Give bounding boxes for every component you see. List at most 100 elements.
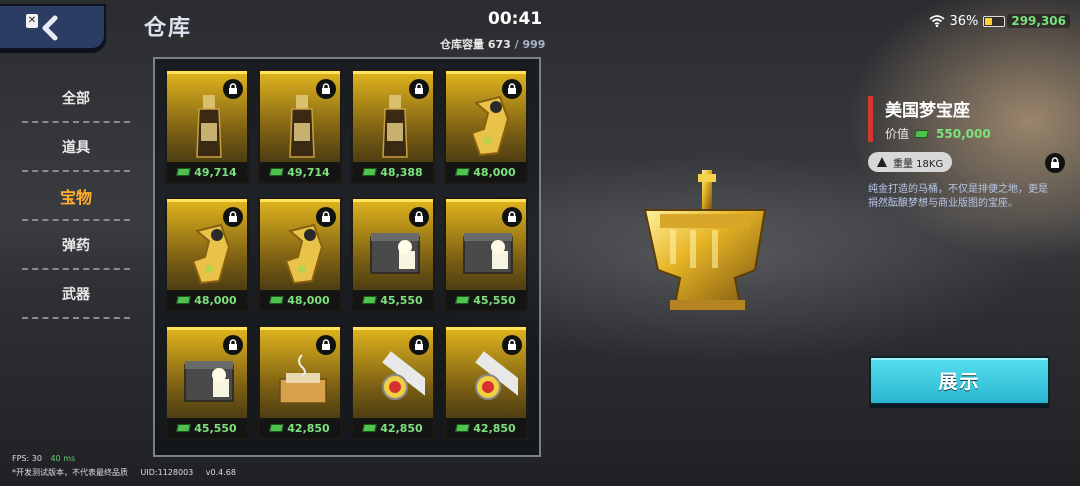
price-value: 48,388 [380,165,423,179]
battery-percent: 36% [949,13,979,29]
clock: 00:41 [488,9,543,29]
fps-counter: FPS: 30 40 ms [12,454,75,463]
lock-icon[interactable] [223,335,243,355]
show-button[interactable]: 展示 [869,356,1050,405]
inventory-slot[interactable]: 45,550 [165,325,249,440]
item-value: 550,000 [936,126,991,141]
typewriter-icon [279,354,327,404]
item-price: 42,850 [353,418,433,438]
cash-icon [269,168,285,176]
version-text: v0.4.68 [205,468,236,477]
item-name: 美国梦宝座 [885,101,970,121]
dev-note: *开发测试版本，不代表最终品质 [12,468,128,477]
price-value: 45,550 [473,293,516,307]
cash-icon [362,296,378,304]
item-price: 45,550 [167,418,247,438]
category-items[interactable]: 道具 [22,123,130,172]
cash-icon [176,296,192,304]
capacity-used: 673 [487,38,511,51]
item-price: 42,850 [260,418,340,438]
inventory-slot[interactable]: 48,000 [258,197,342,312]
item-price: 49,714 [167,162,247,182]
cash-icon [362,424,378,432]
price-value: 45,550 [380,293,423,307]
lock-icon [1051,157,1059,168]
weight-badge: 重量 18KG [868,152,952,172]
price-value: 45,550 [194,421,237,435]
status-bar: 36% 299,306 [929,10,1070,32]
price-value: 42,850 [287,421,330,435]
lock-icon[interactable] [223,79,243,99]
ring-icon [191,223,231,285]
lock-icon[interactable] [502,207,522,227]
close-icon: ✕ [26,14,38,28]
bottle-icon [382,95,408,158]
lock-icon[interactable] [502,335,522,355]
uid-text: UID:1128003 [140,468,194,477]
price-value: 48,000 [194,293,237,307]
inventory-slot[interactable]: 48,000 [165,197,249,312]
lock-icon[interactable] [316,79,336,99]
page-title: 仓库 [144,16,193,41]
category-ammo[interactable]: 弹药 [22,221,130,270]
inventory-slot[interactable]: 49,714 [258,69,342,184]
item-price: 48,000 [167,290,247,310]
item-price: 42,850 [446,418,526,438]
back-button[interactable]: ✕ [0,4,106,50]
weight-icon [877,157,887,167]
category-all[interactable]: 全部 [22,74,130,123]
cash-icon [362,168,378,176]
lock-icon[interactable] [409,335,429,355]
cash-icon [455,168,471,176]
inventory-slot[interactable]: 45,550 [351,197,435,312]
lock-icon[interactable] [409,207,429,227]
cash-icon [176,168,192,176]
inventory-slot[interactable]: 48,000 [444,69,528,184]
price-value: 48,000 [287,293,330,307]
cash-icon [914,129,929,138]
lock-icon[interactable] [409,79,429,99]
watch-icon [382,351,425,400]
item-price: 49,714 [260,162,340,182]
lock-icon[interactable] [316,335,336,355]
category-treasure[interactable]: 宝物 [22,172,130,221]
chevron-left-icon [42,15,58,41]
wifi-icon [929,15,946,27]
device-icon [184,361,234,402]
category-weapons[interactable]: 武器 [22,270,130,319]
cash-icon [176,424,192,432]
item-price: 48,000 [260,290,340,310]
inventory-slot[interactable]: 42,850 [444,325,528,440]
price-value: 48,000 [473,165,516,179]
ring-icon [470,95,510,157]
inventory-slot[interactable]: 42,850 [351,325,435,440]
inventory-grid: 49,714 49,714 48,388 48,000 48,000 48,000 45,5… [153,57,541,457]
ring-icon [284,223,324,285]
battery-icon [983,15,1006,27]
inventory-slot[interactable]: 48,388 [351,69,435,184]
ping-text: 40 ms [50,454,76,463]
lock-icon[interactable] [223,207,243,227]
lock-icon[interactable] [316,207,336,227]
currency-balance: 299,306 [1007,14,1070,28]
golden-toilet-preview [643,170,767,310]
cash-icon [455,296,471,304]
category-sidebar: 全部 道具 宝物 弹药 武器 [22,74,130,319]
detail-lock-button[interactable] [1045,153,1065,173]
capacity-label: 仓库容量 [440,38,484,51]
fps-text: FPS: 30 [12,454,42,463]
item-detail-header: 美国梦宝座 价值 550,000 [868,96,991,142]
inventory-slot[interactable]: 42,850 [258,325,342,440]
cash-icon [455,424,471,432]
item-price: 48,388 [353,162,433,182]
price-value: 49,714 [194,165,237,179]
cash-icon [269,424,285,432]
inventory-slot[interactable]: 49,714 [165,69,249,184]
build-info: *开发测试版本，不代表最终品质 UID:1128003 v0.4.68 [12,467,246,478]
inventory-slot[interactable]: 45,550 [444,197,528,312]
watch-icon [475,351,518,400]
device-icon [463,233,513,274]
lock-icon[interactable] [502,79,522,99]
bottle-icon [196,95,222,158]
weight-text: 重量 18KG [893,158,944,170]
